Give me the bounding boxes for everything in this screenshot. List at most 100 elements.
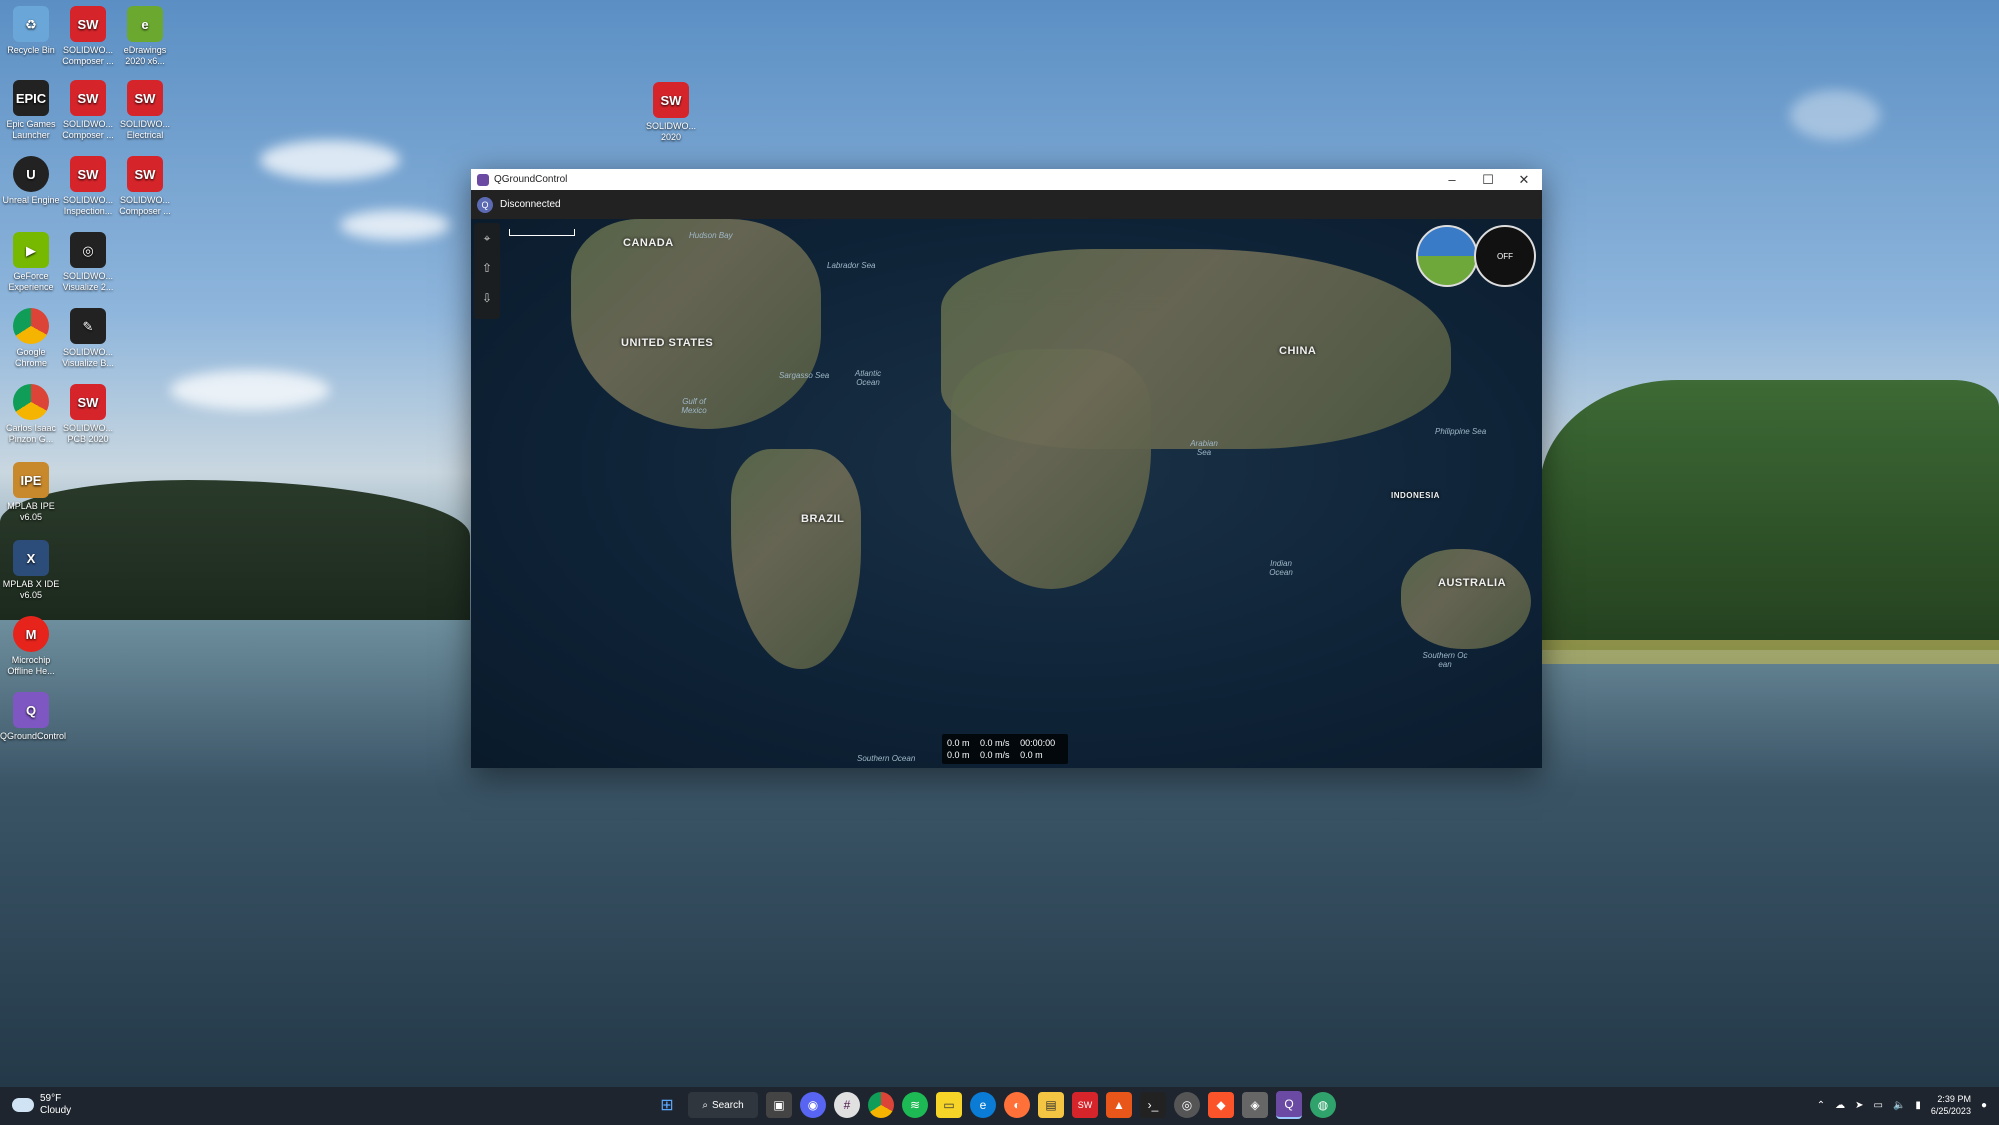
sea-label: Indian Ocean <box>1269 559 1293 577</box>
weather-widget[interactable]: 59°F Cloudy <box>12 1093 71 1117</box>
telemetry-vertical-speed: 0.0 m/s <box>980 738 1010 748</box>
onedrive-icon[interactable]: ☁ <box>1835 1100 1845 1111</box>
desktop-icon-edrawings[interactable]: e eDrawings 2020 x6... <box>114 6 176 67</box>
desktop-icon-google-chrome[interactable]: Google Chrome <box>0 308 62 369</box>
chevron-up-icon[interactable]: ⌃ <box>1817 1100 1825 1111</box>
slack-icon[interactable]: # <box>834 1092 860 1118</box>
edrawings-icon: e <box>127 6 163 42</box>
maximize-button[interactable]: ☐ <box>1470 172 1506 188</box>
notification-icon[interactable]: ● <box>1981 1100 1987 1111</box>
discord-icon[interactable]: ◉ <box>800 1092 826 1118</box>
volume-icon[interactable]: 🔈 <box>1893 1100 1905 1111</box>
telemetry-flight-time: 00:00:00 <box>1020 738 1056 748</box>
weather-condition: Cloudy <box>40 1105 72 1116</box>
desktop-icon-sw-pcb[interactable]: SOLIDWO... PCB 2020 <box>57 384 119 445</box>
desktop-icon-chrome-profile[interactable]: Carlos Isaac Pinzon G... <box>0 384 62 445</box>
desktop-icon-geforce[interactable]: ▶ GeForce Experience <box>0 232 62 293</box>
network-icon[interactable]: ▭ <box>1873 1100 1882 1111</box>
map-label-australia: AUSTRALIA <box>1438 577 1507 589</box>
taskbar: 59°F Cloudy ⊞ ⌕ Search ▣ ◉ # ≋ ▭ e ◐ ▤ S… <box>0 1087 1999 1125</box>
desktop-icon-label: MPLAB IPE v6.05 <box>7 501 55 522</box>
qgroundcontrol-icon: Q <box>13 692 49 728</box>
desktop-icon-sw-2020[interactable]: SOLIDWO... 2020 <box>640 82 702 143</box>
desktop-icon-sw-composer[interactable]: SOLIDWO... Composer ... <box>57 6 119 67</box>
desktop-icon-qgroundcontrol[interactable]: Q QGroundControl <box>0 692 67 742</box>
epic-games-icon: EPIC <box>13 80 49 116</box>
desktop-icon-microchip[interactable]: M Microchip Offline He... <box>0 616 62 677</box>
ccleaner-icon[interactable]: ◎ <box>1174 1092 1200 1118</box>
weather-temp: 59°F <box>40 1093 62 1104</box>
desktop-icon-label: Google Chrome <box>14 347 47 368</box>
clock-date: 6/25/2023 <box>1930 1106 1971 1116</box>
takeoff-button[interactable]: ⇧ <box>474 256 500 286</box>
desktop-icon-label: GeForce Experience <box>8 271 54 292</box>
qgroundcontrol-icon[interactable]: Q <box>1276 1091 1302 1119</box>
desktop-icon-label: SOLIDWO... Composer ... <box>62 45 114 66</box>
sea-label: Hudson Bay <box>689 231 733 240</box>
terminal-icon[interactable]: ›_ <box>1140 1092 1166 1118</box>
desktop-icon-mplab-x[interactable]: X MPLAB X IDE v6.05 <box>0 540 62 601</box>
sea-label: Labrador Sea <box>827 261 876 270</box>
steam-icon[interactable]: ◈ <box>1242 1092 1268 1118</box>
desktop-icon-epic-games[interactable]: EPIC Epic Games Launcher <box>0 80 62 141</box>
map-scale-bar <box>509 229 575 236</box>
solidworks-icon[interactable]: SW <box>1072 1092 1098 1118</box>
desktop-icon-label: SOLIDWO... Visualize B... <box>62 347 114 368</box>
microchip-icon: M <box>13 616 49 652</box>
cloud <box>1790 90 1880 140</box>
desktop-icon-label: SOLIDWO... Visualize 2... <box>62 271 114 292</box>
desktop-icon-mplab-ipe[interactable]: IPE MPLAB IPE v6.05 <box>0 462 62 523</box>
desktop-icon-unreal-engine[interactable]: U Unreal Engine <box>0 156 62 206</box>
send-icon[interactable]: ➤ <box>1855 1100 1863 1111</box>
geforce-icon: ▶ <box>13 232 49 268</box>
solidworks-icon <box>70 80 106 116</box>
map-label-united-states: UNITED STATES <box>621 337 714 349</box>
sticky-notes-icon[interactable]: ▭ <box>936 1092 962 1118</box>
map-label-canada: CANADA <box>623 237 674 249</box>
qgc-menu-icon[interactable]: Q <box>477 196 493 213</box>
minimize-button[interactable]: – <box>1434 172 1470 187</box>
desktop-icon-label: SOLIDWO... Inspection... <box>62 195 113 216</box>
desktop-icon-label: eDrawings 2020 x6... <box>123 45 167 66</box>
battery-icon[interactable]: ▮ <box>1915 1100 1921 1111</box>
desktop-icon-sw-composer-2[interactable]: SOLIDWO... Composer ... <box>57 80 119 141</box>
desktop-icon-recycle-bin[interactable]: ♻ Recycle Bin <box>0 6 62 56</box>
search-icon: ⌕ <box>702 1099 708 1111</box>
desktop-icon-label: Epic Games Launcher <box>6 119 56 140</box>
solidworks-icon <box>70 384 106 420</box>
start-button[interactable]: ⊞ <box>654 1092 680 1118</box>
clock[interactable]: 2:39 PM 6/25/2023 <box>1931 1093 1971 1117</box>
qgroundcontrol-window: QGroundControl – ☐ ✕ Q Disconnected CANA… <box>471 169 1542 768</box>
window-titlebar[interactable]: QGroundControl – ☐ ✕ <box>471 169 1542 190</box>
matlab-icon[interactable]: ▲ <box>1106 1092 1132 1118</box>
map-label-brazil: BRAZIL <box>801 513 845 525</box>
task-view-icon[interactable]: ▣ <box>766 1092 792 1118</box>
desktop-icon-label: SOLIDWO... 2020 <box>645 121 696 142</box>
desktop-icon-sw-composer-3[interactable]: SOLIDWO... Composer ... <box>114 156 176 217</box>
search-button[interactable]: ⌕ Search <box>688 1092 758 1118</box>
fly-tools-panel: ⌖ ⇧ ⇩ <box>474 223 500 319</box>
desktop-icon-sw-visualize-b[interactable]: ✎ SOLIDWO... Visualize B... <box>57 308 119 369</box>
solidworks-visualize-icon: ◎ <box>70 232 106 268</box>
cloud <box>260 140 400 180</box>
file-explorer-icon[interactable]: ▤ <box>1038 1092 1064 1118</box>
globe-app-icon[interactable]: ◍ <box>1310 1092 1336 1118</box>
telemetry-ground-speed: 0.0 m/s <box>980 750 1010 760</box>
desktop-icon-label: QGroundControl <box>0 731 67 741</box>
close-button[interactable]: ✕ <box>1506 172 1542 188</box>
spotify-icon[interactable]: ≋ <box>902 1092 928 1118</box>
desktop-icon-label: SOLIDWO... Composer ... <box>62 119 114 140</box>
brave-icon[interactable]: ◆ <box>1208 1092 1234 1118</box>
fly-tool-button[interactable]: ⌖ <box>474 226 500 256</box>
desktop-icon-sw-visualize[interactable]: ◎ SOLIDWO... Visualize 2... <box>57 232 119 293</box>
sea-label: Philippine Sea <box>1435 427 1487 436</box>
mplab-x-icon: X <box>13 540 49 576</box>
firefox-icon[interactable]: ◐ <box>1004 1092 1030 1118</box>
desktop-icon-sw-inspection[interactable]: SOLIDWO... Inspection... <box>57 156 119 217</box>
map-view[interactable]: CANADA UNITED STATES BRAZIL CHINA AUSTRA… <box>471 219 1542 768</box>
desktop-icon-sw-electrical[interactable]: SOLIDWO... Electrical <box>114 80 176 141</box>
chrome-icon[interactable] <box>868 1092 894 1118</box>
return-button[interactable]: ⇩ <box>474 286 500 316</box>
sea-label: Southern Ocean <box>857 754 916 763</box>
edge-icon[interactable]: e <box>970 1092 996 1118</box>
